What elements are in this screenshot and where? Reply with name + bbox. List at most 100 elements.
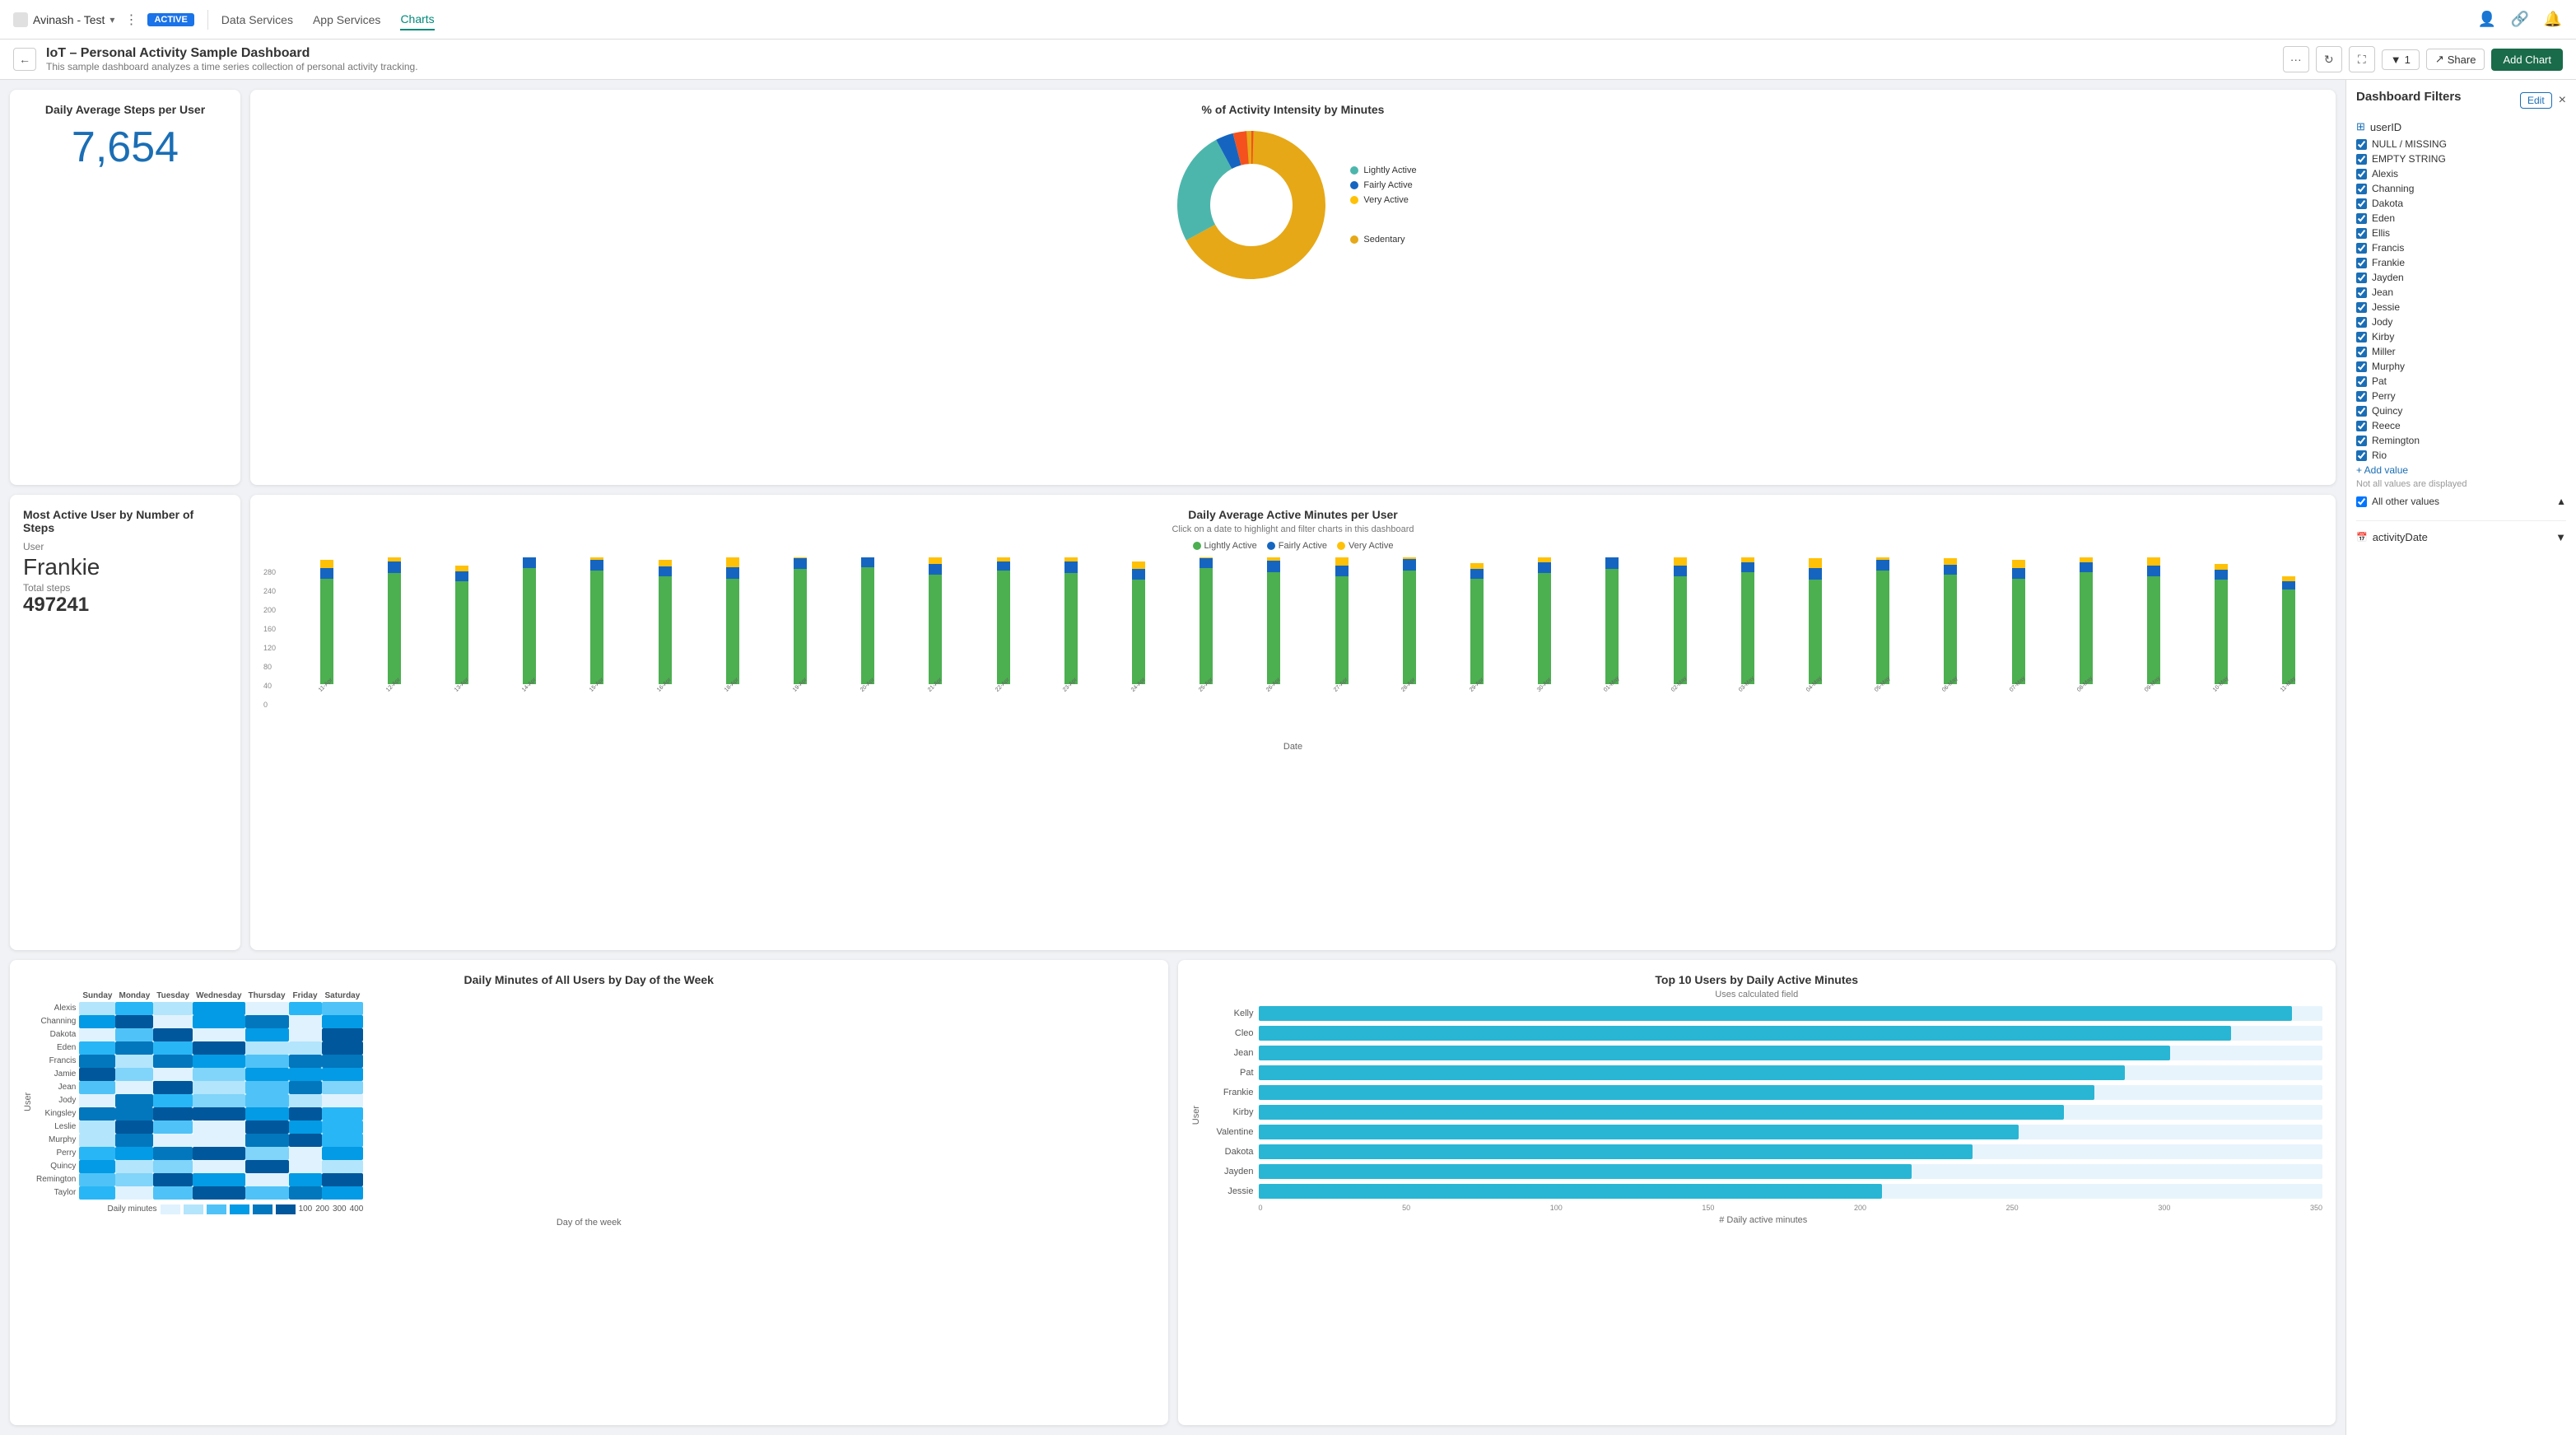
heatmap-cell[interactable] (245, 1041, 289, 1055)
sidebar-close-button[interactable]: × (2559, 93, 2566, 108)
heatmap-cell[interactable] (245, 1055, 289, 1068)
heatmap-cell[interactable] (115, 1134, 153, 1147)
filter-checkbox[interactable] (2356, 317, 2367, 328)
heatmap-cell[interactable] (79, 1081, 115, 1094)
filter-checkbox[interactable] (2356, 332, 2367, 342)
heatmap-cell[interactable] (115, 1081, 153, 1094)
heatmap-cell[interactable] (193, 1121, 245, 1134)
heatmap-cell[interactable] (322, 1002, 364, 1015)
heatmap-cell[interactable] (79, 1015, 115, 1028)
heatmap-cell[interactable] (79, 1094, 115, 1107)
add-chart-button[interactable]: Add Chart (2491, 49, 2563, 71)
heatmap-cell[interactable] (193, 1081, 245, 1094)
heatmap-cell[interactable] (153, 1002, 193, 1015)
heatmap-cell[interactable] (115, 1002, 153, 1015)
heatmap-cell[interactable] (289, 1055, 322, 1068)
bar-group[interactable]: 09-May (2120, 557, 2187, 706)
bar-group[interactable]: 26-Apr (1241, 557, 1307, 706)
heatmap-cell[interactable] (245, 1147, 289, 1160)
heatmap-cell[interactable] (79, 1068, 115, 1081)
heatmap-cell[interactable] (193, 1028, 245, 1041)
bar-group[interactable]: 04-May (1782, 558, 1848, 706)
bar-group[interactable]: 13-Apr (428, 566, 495, 706)
back-button[interactable]: ← (13, 48, 36, 71)
heatmap-cell[interactable] (289, 1094, 322, 1107)
hbar-track[interactable] (1259, 1164, 2323, 1179)
heatmap-cell[interactable] (115, 1015, 153, 1028)
fullscreen-button[interactable]: ⛶ (2349, 46, 2375, 72)
hbar-track[interactable] (1259, 1184, 2323, 1199)
heatmap-cell[interactable] (115, 1041, 153, 1055)
heatmap-cell[interactable] (79, 1160, 115, 1173)
filter-checkbox[interactable] (2356, 450, 2367, 461)
heatmap-cell[interactable] (322, 1121, 364, 1134)
bar-group[interactable]: 15-Apr (564, 557, 631, 706)
heatmap-cell[interactable] (322, 1068, 364, 1081)
heatmap-cell[interactable] (153, 1068, 193, 1081)
heatmap-cell[interactable] (153, 1147, 193, 1160)
activity-date-toggle[interactable]: ▼ (2555, 531, 2566, 543)
heatmap-cell[interactable] (153, 1186, 193, 1200)
heatmap-cell[interactable] (289, 1068, 322, 1081)
all-other-toggle[interactable]: ▲ (2556, 496, 2566, 507)
filter-checkbox[interactable] (2356, 213, 2367, 224)
heatmap-cell[interactable] (322, 1081, 364, 1094)
bar-group[interactable]: 01-May (1579, 557, 1646, 706)
heatmap-cell[interactable] (245, 1002, 289, 1015)
bar-group[interactable]: 07-May (1985, 560, 2052, 706)
nav-charts[interactable]: Charts (400, 9, 434, 30)
heatmap-cell[interactable] (193, 1173, 245, 1186)
filter-checkbox[interactable] (2356, 228, 2367, 239)
heatmap-cell[interactable] (245, 1134, 289, 1147)
heatmap-cell[interactable] (193, 1134, 245, 1147)
share-button[interactable]: ↗ Share (2426, 49, 2485, 70)
heatmap-cell[interactable] (193, 1094, 245, 1107)
bar-group[interactable]: 03-May (1714, 557, 1781, 706)
bar-group[interactable]: 16-Apr (631, 560, 698, 706)
heatmap-cell[interactable] (115, 1055, 153, 1068)
heatmap-cell[interactable] (153, 1107, 193, 1121)
heatmap-cell[interactable] (245, 1107, 289, 1121)
nav-more-dots[interactable]: ⋮ (121, 8, 141, 31)
bar-group[interactable]: 06-May (1917, 558, 1984, 706)
hbar-track[interactable] (1259, 1065, 2323, 1080)
heatmap-cell[interactable] (115, 1147, 153, 1160)
bar-group[interactable]: 10-May (2188, 564, 2255, 706)
hbar-track[interactable] (1259, 1144, 2323, 1159)
heatmap-cell[interactable] (289, 1081, 322, 1094)
heatmap-cell[interactable] (322, 1094, 364, 1107)
heatmap-cell[interactable] (245, 1186, 289, 1200)
bar-group[interactable]: 20-Apr (835, 557, 901, 706)
heatmap-cell[interactable] (322, 1147, 364, 1160)
filter-checkbox[interactable] (2356, 361, 2367, 372)
filter-checkbox[interactable] (2356, 391, 2367, 402)
heatmap-cell[interactable] (79, 1055, 115, 1068)
heatmap-cell[interactable] (193, 1041, 245, 1055)
filter-checkbox[interactable] (2356, 243, 2367, 254)
heatmap-cell[interactable] (289, 1107, 322, 1121)
share-nav-icon[interactable]: 🔗 (2510, 10, 2530, 30)
heatmap-cell[interactable] (289, 1041, 322, 1055)
bar-group[interactable]: 19-Apr (766, 557, 833, 706)
bell-icon[interactable]: 🔔 (2543, 10, 2563, 30)
sidebar-edit-button[interactable]: Edit (2520, 92, 2552, 109)
filter-button[interactable]: ▼ 1 (2382, 49, 2420, 70)
heatmap-cell[interactable] (193, 1160, 245, 1173)
filter-checkbox[interactable] (2356, 302, 2367, 313)
bar-group[interactable]: 23-Apr (1037, 557, 1104, 706)
heatmap-cell[interactable] (245, 1028, 289, 1041)
brand[interactable]: Avinash - Test ▾ (13, 12, 114, 27)
bar-group[interactable]: 21-Apr (902, 557, 969, 706)
filter-checkbox[interactable] (2356, 421, 2367, 431)
bar-group[interactable]: 12-Apr (361, 557, 427, 706)
heatmap-cell[interactable] (193, 1068, 245, 1081)
heatmap-cell[interactable] (79, 1002, 115, 1015)
heatmap-cell[interactable] (289, 1002, 322, 1015)
heatmap-cell[interactable] (79, 1173, 115, 1186)
heatmap-cell[interactable] (115, 1094, 153, 1107)
bar-group[interactable]: 25-Apr (1173, 557, 1240, 706)
heatmap-cell[interactable] (322, 1107, 364, 1121)
bar-group[interactable]: 05-May (1850, 557, 1917, 706)
filter-checkbox[interactable] (2356, 436, 2367, 446)
add-value-link[interactable]: + Add value (2356, 464, 2566, 476)
